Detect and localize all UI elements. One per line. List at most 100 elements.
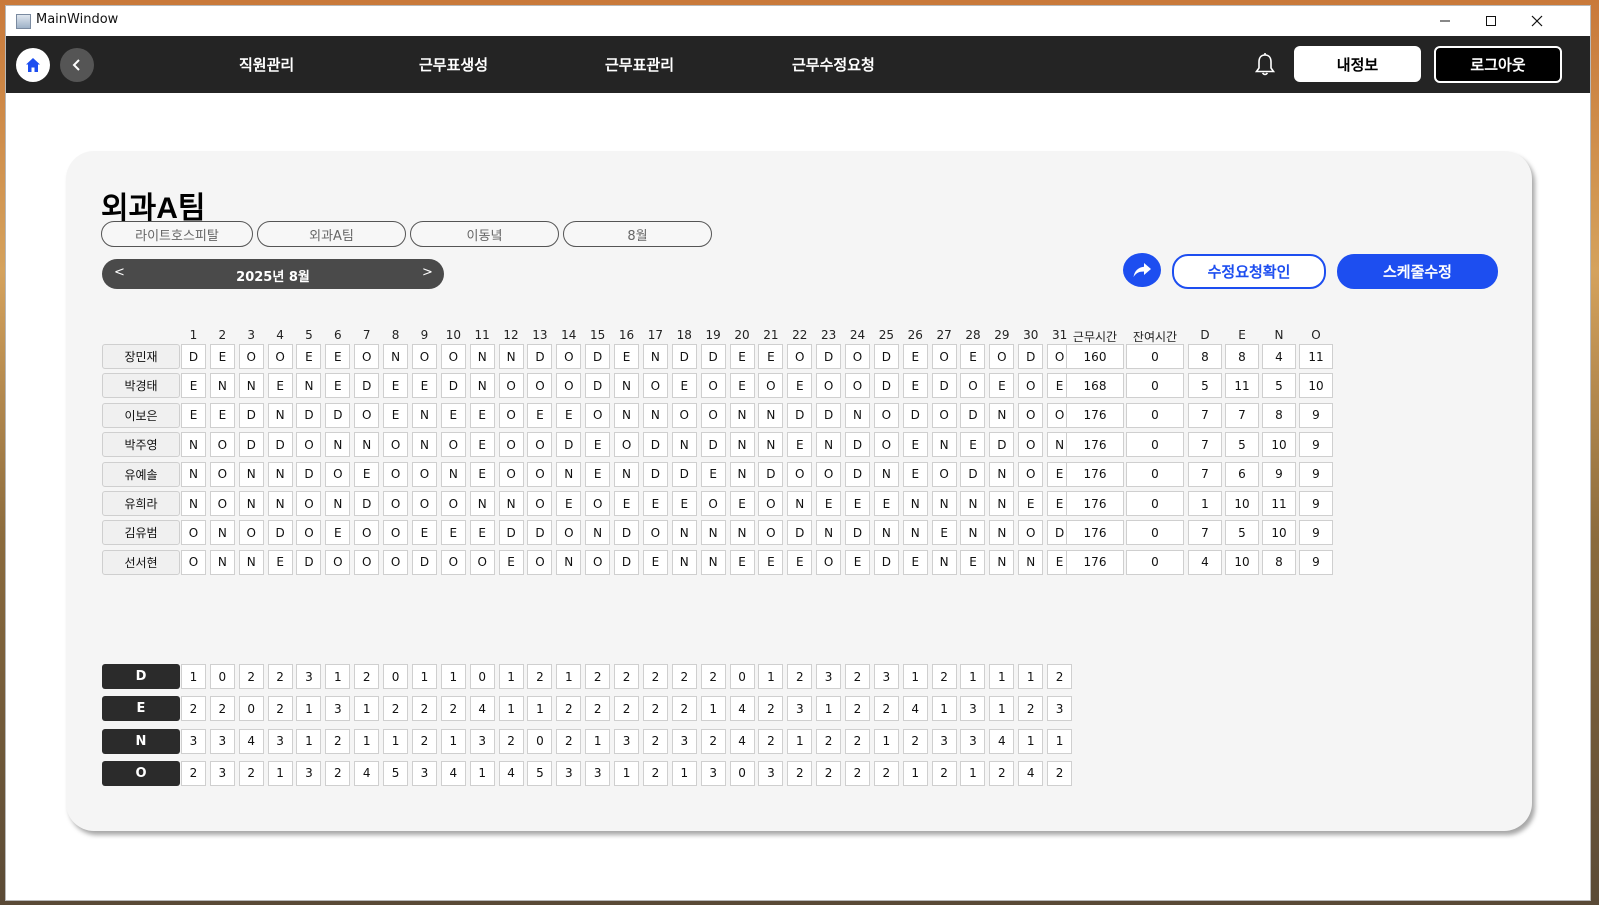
- shift-cell[interactable]: E: [585, 461, 611, 487]
- shift-cell[interactable]: N: [700, 520, 726, 546]
- shift-cell[interactable]: D: [671, 344, 697, 369]
- shift-cell[interactable]: N: [642, 402, 668, 428]
- shift-cell[interactable]: D: [787, 520, 813, 546]
- shift-cell[interactable]: D: [671, 461, 697, 487]
- shift-cell[interactable]: O: [671, 402, 697, 428]
- shift-cell[interactable]: N: [238, 491, 264, 516]
- shift-cell[interactable]: N: [469, 491, 495, 516]
- shift-cell[interactable]: D: [845, 432, 870, 458]
- shift-cell[interactable]: E: [556, 491, 582, 516]
- shift-cell[interactable]: D: [902, 402, 928, 428]
- shift-cell[interactable]: E: [787, 373, 813, 399]
- shift-cell[interactable]: N: [671, 432, 697, 458]
- shift-cell[interactable]: N: [729, 520, 755, 546]
- shift-cell[interactable]: N: [556, 549, 582, 575]
- shift-cell[interactable]: N: [729, 461, 755, 487]
- shift-cell[interactable]: O: [238, 520, 264, 546]
- shift-cell[interactable]: O: [960, 373, 986, 399]
- shift-cell[interactable]: E: [614, 491, 640, 516]
- shift-cell[interactable]: N: [296, 373, 322, 399]
- shift-cell[interactable]: O: [758, 491, 784, 516]
- shift-cell[interactable]: N: [873, 461, 899, 487]
- shift-cell[interactable]: O: [873, 432, 899, 458]
- shift-cell[interactable]: O: [181, 549, 206, 575]
- shift-cell[interactable]: D: [614, 549, 640, 575]
- shift-cell[interactable]: N: [642, 344, 668, 369]
- shift-cell[interactable]: O: [931, 344, 957, 369]
- shift-cell[interactable]: D: [411, 549, 437, 575]
- shift-cell[interactable]: O: [700, 402, 726, 428]
- shift-cell[interactable]: E: [902, 373, 928, 399]
- shift-cell[interactable]: D: [238, 402, 264, 428]
- nav-schedule-manage[interactable]: 근무표관리: [605, 54, 674, 75]
- shift-cell[interactable]: N: [209, 520, 235, 546]
- shift-cell[interactable]: N: [873, 520, 899, 546]
- shift-cell[interactable]: E: [845, 549, 870, 575]
- shift-cell[interactable]: O: [411, 491, 437, 516]
- shift-cell[interactable]: N: [960, 520, 986, 546]
- shift-cell[interactable]: E: [440, 520, 466, 546]
- shift-cell[interactable]: E: [209, 344, 235, 369]
- shift-cell[interactable]: E: [729, 491, 755, 516]
- shift-cell[interactable]: O: [527, 373, 553, 399]
- shift-cell[interactable]: O: [556, 373, 582, 399]
- shift-cell[interactable]: O: [296, 491, 322, 516]
- shift-cell[interactable]: E: [209, 402, 235, 428]
- shift-cell[interactable]: N: [1018, 549, 1044, 575]
- shift-cell[interactable]: O: [498, 402, 524, 428]
- shift-cell[interactable]: O: [700, 491, 726, 516]
- shift-cell[interactable]: D: [296, 549, 322, 575]
- shift-cell[interactable]: N: [181, 432, 206, 458]
- shift-cell[interactable]: E: [873, 491, 899, 516]
- shift-cell[interactable]: O: [989, 344, 1015, 369]
- next-month-button[interactable]: >: [422, 265, 433, 280]
- shift-cell[interactable]: N: [325, 432, 351, 458]
- shift-cell[interactable]: E: [325, 344, 351, 369]
- shift-cell[interactable]: N: [383, 344, 409, 369]
- shift-cell[interactable]: D: [873, 344, 899, 369]
- shift-cell[interactable]: D: [181, 344, 206, 369]
- shift-cell[interactable]: O: [1018, 520, 1044, 546]
- shift-cell[interactable]: N: [902, 491, 928, 516]
- shift-cell[interactable]: E: [325, 373, 351, 399]
- shift-cell[interactable]: N: [209, 549, 235, 575]
- bell-icon[interactable]: [1253, 52, 1277, 78]
- shift-cell[interactable]: O: [585, 491, 611, 516]
- shift-cell[interactable]: N: [816, 432, 842, 458]
- shift-cell[interactable]: E: [787, 549, 813, 575]
- shift-cell[interactable]: D: [527, 520, 553, 546]
- shift-cell[interactable]: E: [469, 402, 495, 428]
- shift-cell[interactable]: N: [989, 461, 1015, 487]
- shift-cell[interactable]: O: [440, 491, 466, 516]
- shift-cell[interactable]: O: [354, 402, 380, 428]
- shift-cell[interactable]: D: [238, 432, 264, 458]
- shift-cell[interactable]: O: [440, 549, 466, 575]
- shift-cell[interactable]: D: [845, 520, 870, 546]
- home-button[interactable]: [16, 48, 50, 82]
- shift-cell[interactable]: O: [527, 432, 553, 458]
- minimize-button[interactable]: [1422, 6, 1468, 36]
- shift-cell[interactable]: N: [469, 373, 495, 399]
- shift-cell[interactable]: D: [989, 432, 1015, 458]
- shift-cell[interactable]: N: [931, 491, 957, 516]
- shift-cell[interactable]: D: [267, 520, 293, 546]
- shift-cell[interactable]: O: [585, 402, 611, 428]
- shift-cell[interactable]: N: [845, 402, 870, 428]
- shift-cell[interactable]: E: [989, 373, 1015, 399]
- shift-cell[interactable]: O: [642, 520, 668, 546]
- shift-cell[interactable]: E: [758, 549, 784, 575]
- shift-cell[interactable]: O: [873, 402, 899, 428]
- shift-cell[interactable]: E: [585, 432, 611, 458]
- nav-staff-management[interactable]: 직원관리: [239, 54, 294, 75]
- shift-cell[interactable]: D: [816, 402, 842, 428]
- shift-cell[interactable]: D: [960, 461, 986, 487]
- shift-cell[interactable]: N: [989, 402, 1015, 428]
- shift-cell[interactable]: O: [411, 461, 437, 487]
- shift-cell[interactable]: E: [700, 461, 726, 487]
- shift-cell[interactable]: D: [1018, 344, 1044, 369]
- shift-cell[interactable]: N: [325, 491, 351, 516]
- shift-cell[interactable]: E: [729, 344, 755, 369]
- shift-cell[interactable]: N: [267, 461, 293, 487]
- shift-cell[interactable]: E: [411, 520, 437, 546]
- shift-cell[interactable]: O: [383, 549, 409, 575]
